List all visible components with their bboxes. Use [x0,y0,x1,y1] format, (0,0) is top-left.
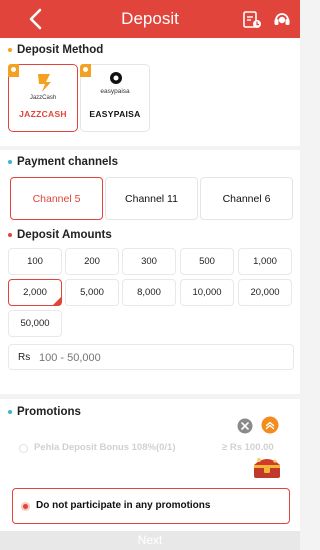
recommend-badge-icon [80,64,91,77]
amount-5000[interactable]: 5,000 [65,279,119,306]
amount-100[interactable]: 100 [8,248,62,275]
channel-6[interactable]: Channel 6 [200,177,293,220]
amount-20000[interactable]: 20,000 [238,279,292,306]
promotion-min-amount: ≥ Rs 100.00 [222,442,274,453]
method-easypaisa[interactable]: easypaisa EASYPAISA [80,64,150,132]
currency-label: Rs [18,352,31,363]
amount-50000[interactable]: 50,000 [8,310,62,337]
amount-10000[interactable]: 10,000 [180,279,234,306]
promotion-radio[interactable] [19,444,28,453]
amount-300[interactable]: 300 [122,248,176,275]
amount-200[interactable]: 200 [65,248,119,275]
deposit-history-icon[interactable] [242,9,262,29]
amount-1000[interactable]: 1,000 [238,248,292,275]
close-icon[interactable] [237,418,253,434]
bullet-dot-icon [8,160,12,164]
amount-8000[interactable]: 8,000 [122,279,176,306]
treasure-chest-icon [254,458,280,478]
collapse-chevron-icon[interactable] [261,416,279,434]
jazzcash-logo-text: JazzCash [29,95,57,101]
deposit-amounts-title: Deposit Amounts [8,229,112,241]
easypaisa-logo-text: easypaisa [100,88,130,95]
customer-service-icon[interactable] [272,9,292,29]
header-bar: Deposit [0,0,300,38]
channel-11[interactable]: Channel 11 [105,177,198,220]
deposit-method-title: Deposit Method [8,44,103,56]
no-promotion-label: Do not participate in any promotions [36,500,211,511]
channel-5[interactable]: Channel 5 [10,177,103,220]
easypaisa-logo-icon [110,72,122,84]
promotion-label: Pehla Deposit Bonus 108%(0/1) [34,442,176,453]
amount-500[interactable]: 500 [180,248,234,275]
payment-channels-title: Payment channels [8,156,118,168]
promotions-title: Promotions [8,406,81,418]
bullet-dot-icon [8,48,12,52]
amount-2000[interactable]: 2,000 [8,279,62,306]
no-promotion-radio[interactable] [21,502,30,511]
recommend-badge-icon [8,64,19,77]
bullet-dot-icon [8,233,12,237]
amount-input-box: Rs [8,344,294,370]
amount-input[interactable] [39,349,279,367]
jazzcash-logo-icon [38,74,51,92]
next-button[interactable]: Next [0,531,300,550]
no-promotion-option[interactable]: Do not participate in any promotions [12,488,290,524]
method-label-jazzcash: JAZZCASH [19,109,67,119]
bullet-dot-icon [8,410,12,414]
promotion-item[interactable]: Pehla Deposit Bonus 108%(0/1) ≥ Rs 100.0… [12,436,290,466]
method-jazzcash[interactable]: JazzCash JAZZCASH [8,64,78,132]
method-label-easypaisa: EASYPAISA [89,109,141,119]
